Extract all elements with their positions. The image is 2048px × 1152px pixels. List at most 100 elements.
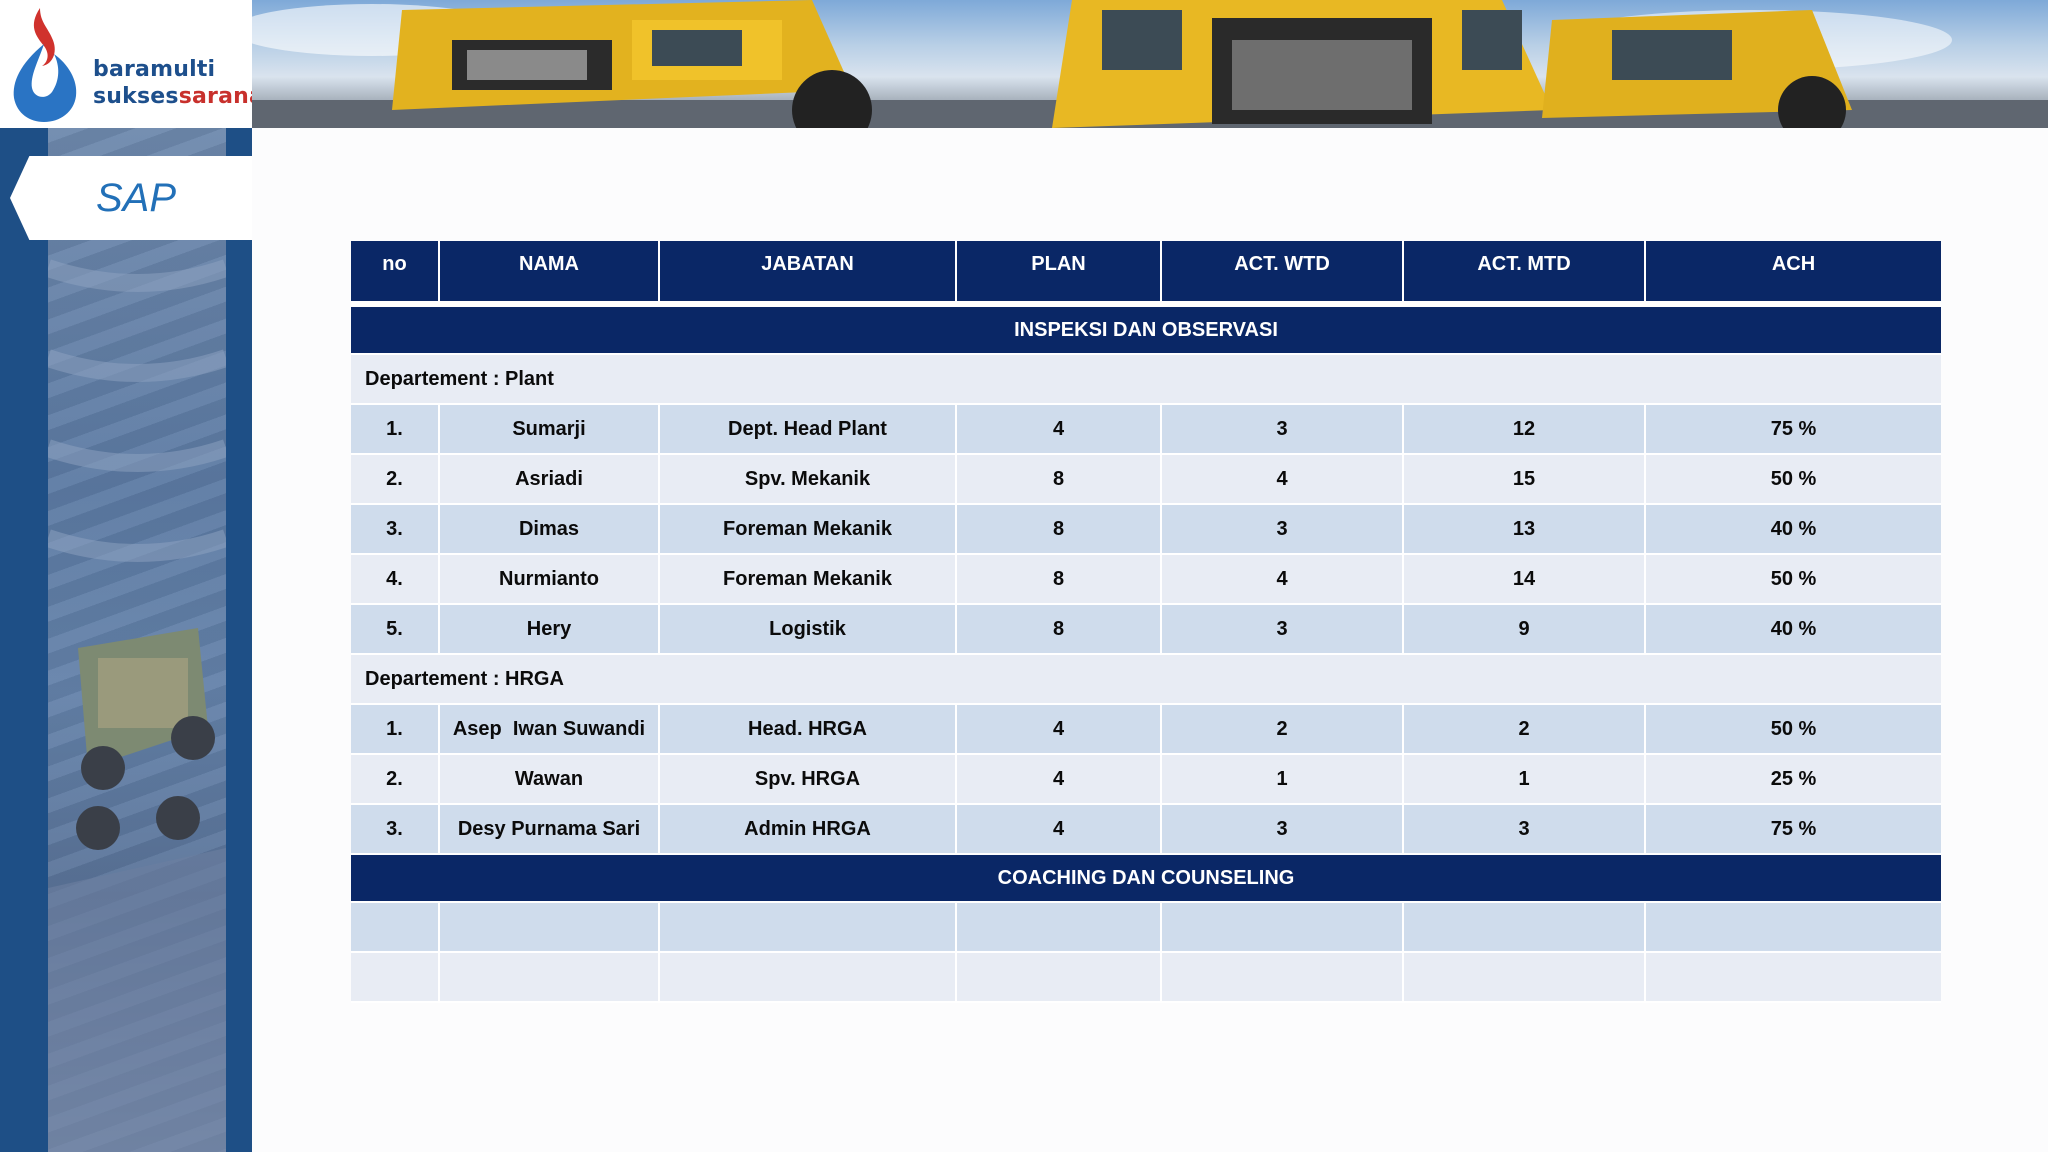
sap-tab[interactable]: SAP: [10, 156, 252, 240]
table-row: 5. Hery Logistik 8 3 9 40 %: [351, 605, 1941, 655]
dept-label-plant: Departement : Plant: [351, 355, 1941, 405]
logo-line2: suksessarana: [93, 83, 264, 110]
empty-cell: [440, 953, 660, 1003]
empty-cell: [1404, 953, 1646, 1003]
dept-row-hrga: Departement : HRGA: [351, 655, 1941, 705]
empty-cell: [1162, 953, 1404, 1003]
cell-ach: 75 %: [1646, 405, 1941, 455]
cell-act-wtd: 3: [1162, 605, 1404, 655]
cell-ach: 50 %: [1646, 455, 1941, 505]
cell-ach: 50 %: [1646, 705, 1941, 755]
cell-nama: Asriadi: [440, 455, 660, 505]
cell-jabatan: Foreman Mekanik: [660, 555, 957, 605]
table-row: 1. Asep Iwan Suwandi Head. HRGA 4 2 2 50…: [351, 705, 1941, 755]
sap-tab-label: SAP: [95, 176, 177, 220]
empty-cell: [660, 953, 957, 1003]
cell-act-wtd: 3: [1162, 505, 1404, 555]
cell-act-wtd: 1: [1162, 755, 1404, 805]
cell-plan: 8: [957, 455, 1162, 505]
section-row-coaching: COACHING DAN COUNSELING: [351, 855, 1941, 903]
dump-trucks-illustration: [252, 0, 2048, 128]
cell-act-mtd: 13: [1404, 505, 1646, 555]
col-header-nama: NAMA: [440, 241, 660, 307]
cell-plan: 4: [957, 805, 1162, 855]
cell-act-mtd: 12: [1404, 405, 1646, 455]
cell-jabatan: Spv. Mekanik: [660, 455, 957, 505]
table-row: 2. Asriadi Spv. Mekanik 8 4 15 50 %: [351, 455, 1941, 505]
cell-act-wtd: 4: [1162, 455, 1404, 505]
cell-nama: Wawan: [440, 755, 660, 805]
cell-jabatan: Foreman Mekanik: [660, 505, 957, 555]
empty-cell: [1162, 903, 1404, 953]
logo-line2-main: sukses: [93, 84, 179, 109]
col-header-act-mtd: ACT. MTD: [1404, 241, 1646, 307]
cell-plan: 4: [957, 405, 1162, 455]
cell-act-mtd: 2: [1404, 705, 1646, 755]
header-banner-image: [252, 0, 2048, 128]
empty-cell: [957, 903, 1162, 953]
dept-row-plant: Departement : Plant: [351, 355, 1941, 405]
cell-act-wtd: 3: [1162, 405, 1404, 455]
cell-no: 2.: [351, 755, 440, 805]
cell-nama: Asep Iwan Suwandi: [440, 705, 660, 755]
cell-jabatan: Head. HRGA: [660, 705, 957, 755]
cell-act-wtd: 4: [1162, 555, 1404, 605]
cell-jabatan: Logistik: [660, 605, 957, 655]
table-row: 3. Dimas Foreman Mekanik 8 3 13 40 %: [351, 505, 1941, 555]
empty-cell: [660, 903, 957, 953]
cell-nama: Hery: [440, 605, 660, 655]
flame-drop-icon: [13, 8, 77, 122]
empty-cell: [351, 903, 440, 953]
table-row: 2. Wawan Spv. HRGA 4 1 1 25 %: [351, 755, 1941, 805]
cell-jabatan: Spv. HRGA: [660, 755, 957, 805]
empty-cell: [1646, 903, 1941, 953]
empty-cell: [957, 953, 1162, 1003]
empty-table-row: [351, 953, 1941, 1003]
cell-act-mtd: 9: [1404, 605, 1646, 655]
section-title-coaching: COACHING DAN COUNSELING: [351, 855, 1941, 903]
cell-act-mtd: 1: [1404, 755, 1646, 805]
cell-plan: 8: [957, 605, 1162, 655]
section-row-inspeksi: INSPEKSI DAN OBSERVASI: [351, 307, 1941, 355]
sap-table-container: no NAMA JABATAN PLAN ACT. WTD ACT. MTD A…: [351, 241, 1941, 1003]
cell-act-mtd: 15: [1404, 455, 1646, 505]
cell-no: 3.: [351, 505, 440, 555]
cell-no: 4.: [351, 555, 440, 605]
cell-ach: 40 %: [1646, 605, 1941, 655]
sidebar: [0, 128, 252, 1152]
section-title-inspeksi: INSPEKSI DAN OBSERVASI: [351, 307, 1941, 355]
cell-nama: Sumarji: [440, 405, 660, 455]
cell-plan: 4: [957, 705, 1162, 755]
table-row: 4. Nurmianto Foreman Mekanik 8 4 14 50 %: [351, 555, 1941, 605]
cell-plan: 8: [957, 505, 1162, 555]
cell-jabatan: Dept. Head Plant: [660, 405, 957, 455]
logo-line1: baramulti: [93, 57, 216, 82]
table-header-row: no NAMA JABATAN PLAN ACT. WTD ACT. MTD A…: [351, 241, 1941, 307]
cell-nama: Desy Purnama Sari: [440, 805, 660, 855]
empty-cell: [351, 953, 440, 1003]
col-header-ach: ACH: [1646, 241, 1941, 307]
empty-table-row: [351, 903, 1941, 953]
cell-no: 1.: [351, 705, 440, 755]
cell-ach: 40 %: [1646, 505, 1941, 555]
mining-truck-illustration: [48, 259, 226, 1152]
cell-no: 1.: [351, 405, 440, 455]
sap-achievement-table: no NAMA JABATAN PLAN ACT. WTD ACT. MTD A…: [351, 241, 1941, 1003]
cell-nama: Nurmianto: [440, 555, 660, 605]
cell-ach: 50 %: [1646, 555, 1941, 605]
empty-cell: [1404, 903, 1646, 953]
col-header-no: no: [351, 241, 440, 307]
cell-act-mtd: 14: [1404, 555, 1646, 605]
cell-no: 5.: [351, 605, 440, 655]
col-header-jabatan: JABATAN: [660, 241, 957, 307]
logo-wordmark: baramulti suksessarana: [93, 56, 264, 110]
cell-no: 2.: [351, 455, 440, 505]
table-row: 1. Sumarji Dept. Head Plant 4 3 12 75 %: [351, 405, 1941, 455]
mine-photo-background: [48, 128, 226, 1152]
cell-act-wtd: 2: [1162, 705, 1404, 755]
empty-cell: [1646, 953, 1941, 1003]
dept-label-hrga: Departement : HRGA: [351, 655, 1941, 705]
cell-act-mtd: 3: [1404, 805, 1646, 855]
cell-nama: Dimas: [440, 505, 660, 555]
cell-jabatan: Admin HRGA: [660, 805, 957, 855]
